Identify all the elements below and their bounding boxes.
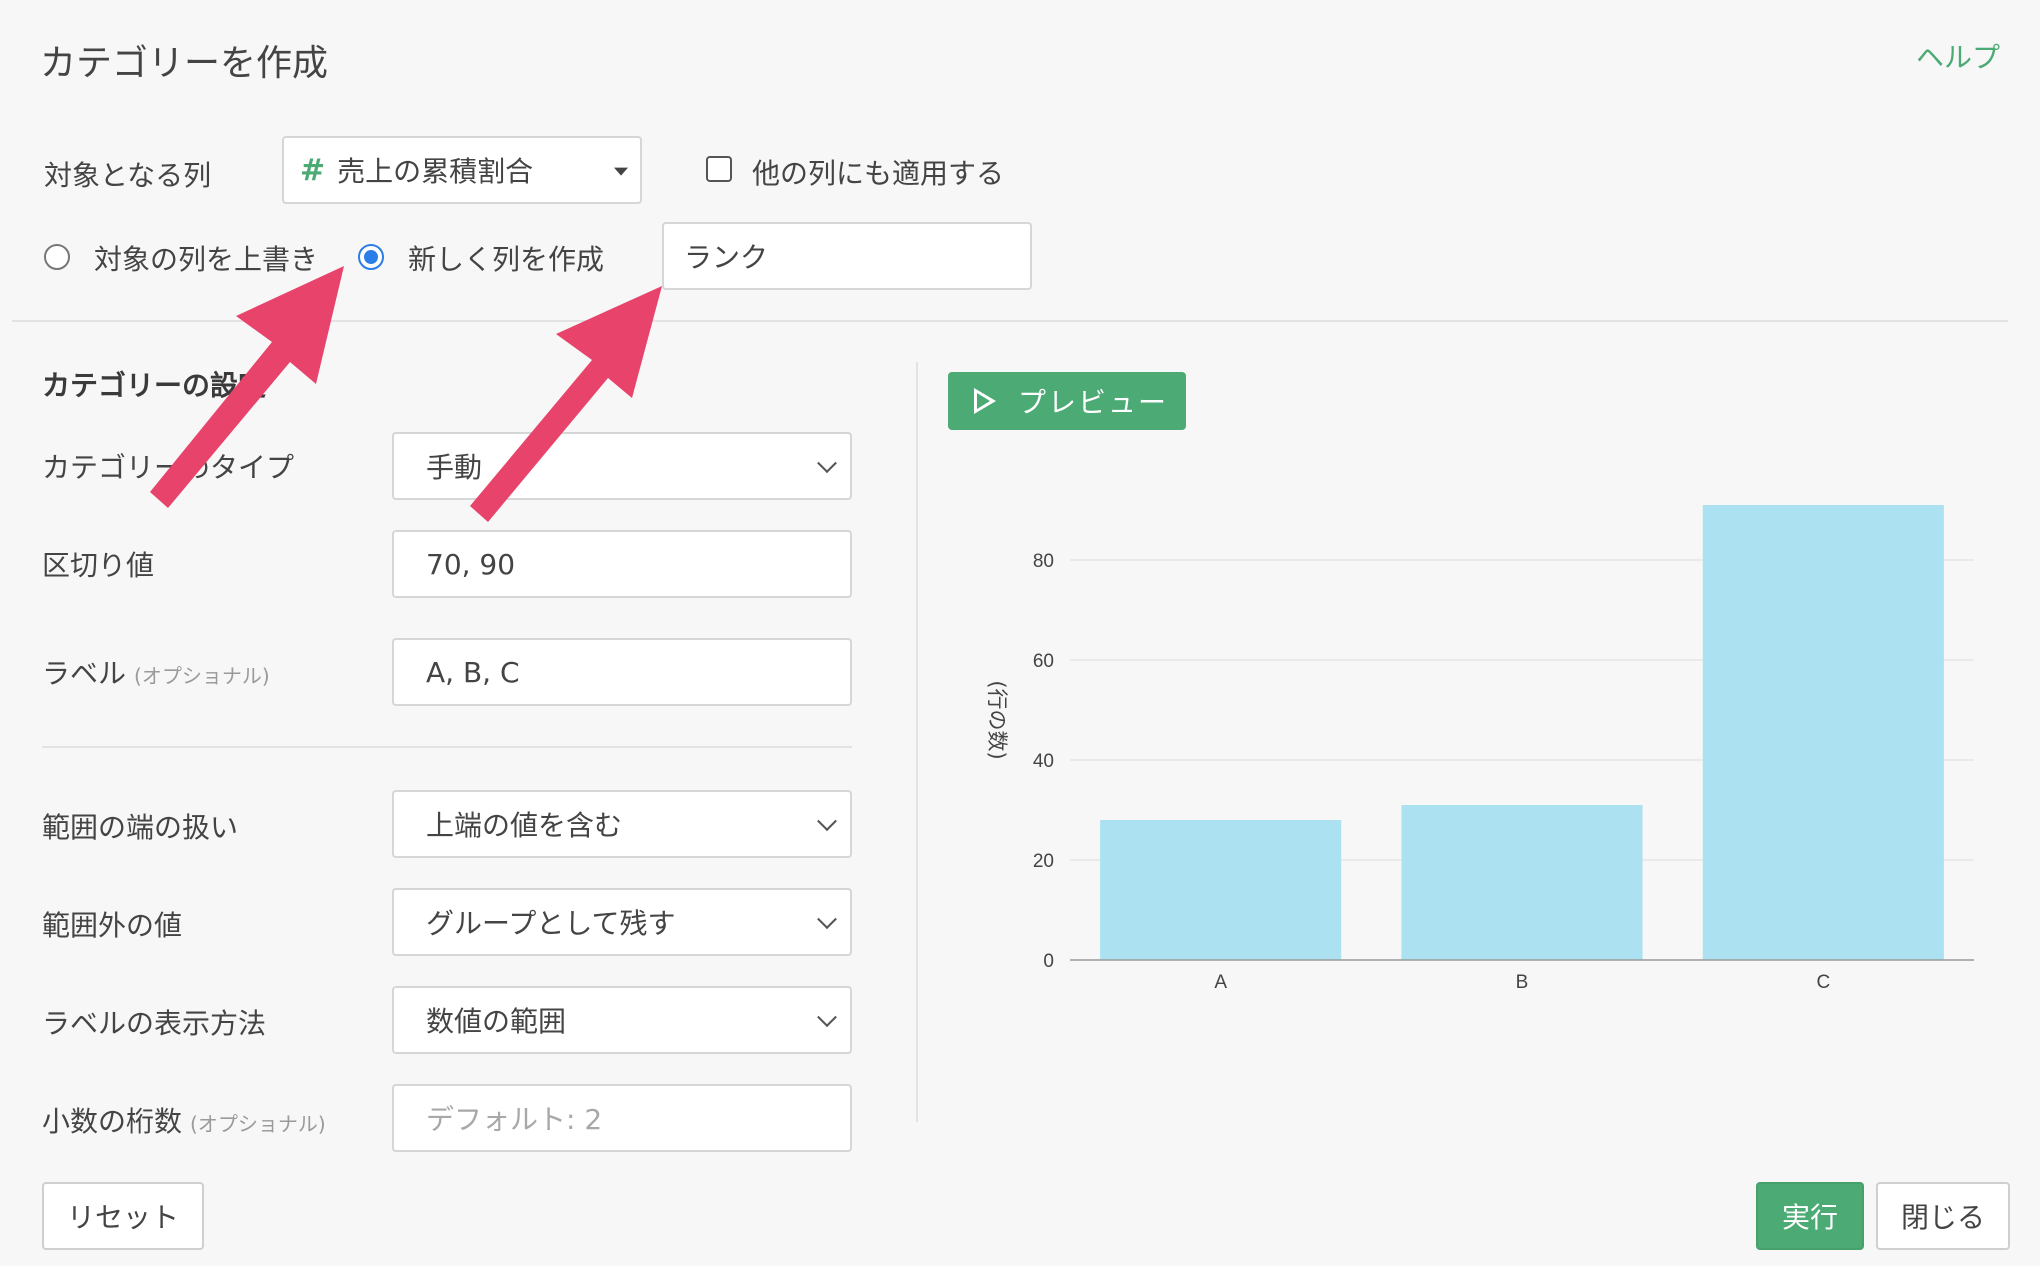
y-tick-label: 0 <box>1043 951 1054 972</box>
play-icon <box>974 388 996 414</box>
category-type-select[interactable]: 手動 <box>392 432 852 500</box>
chevron-down-icon <box>817 811 837 832</box>
target-column-label: 対象となる列 <box>44 159 212 192</box>
outside-values-select[interactable]: グループとして残す <box>392 888 852 956</box>
hash-icon: # <box>300 152 326 188</box>
apply-other-columns-label: 他の列にも適用する <box>752 157 1005 190</box>
run-button[interactable]: 実行 <box>1756 1182 1864 1250</box>
labels-label-text: ラベル <box>42 657 127 690</box>
preview-label: プレビュー <box>1018 386 1169 419</box>
create-category-dialog: カテゴリーを作成 ヘルプ 対象となる列 # 売上の累積割合 他の列にも適用する … <box>0 0 2040 1266</box>
outside-values-label: 範囲外の値 <box>42 909 183 942</box>
breaks-label: 区切り値 <box>42 549 155 582</box>
dialog-title: カテゴリーを作成 <box>40 43 329 84</box>
decimal-digits-input[interactable]: デフォルト: 2 <box>392 1084 852 1152</box>
edge-handling-value: 上端の値を含む <box>426 809 623 842</box>
breaks-input[interactable]: 70, 90 <box>392 530 852 598</box>
bar <box>1702 505 1944 960</box>
optional-note: (オプショナル) <box>190 1112 326 1136</box>
preview-chart: 0 20 40 60 80 A B C (行の数) <box>985 505 1974 993</box>
chevron-down-icon <box>817 909 837 930</box>
settings-heading: カテゴリーの設定 <box>42 369 267 402</box>
reset-button[interactable]: リセット <box>42 1182 204 1250</box>
overwrite-label: 対象の列を上書き <box>94 243 319 276</box>
close-button[interactable]: 閉じる <box>1876 1182 2010 1250</box>
caret-down-icon <box>614 167 628 176</box>
decimal-digits-label: 小数の桁数 (オプショナル) <box>42 1100 326 1140</box>
settings-divider <box>42 746 852 748</box>
y-tick-label: 80 <box>1033 551 1054 572</box>
chevron-down-icon <box>817 453 837 474</box>
x-tick-label: A <box>1214 972 1227 993</box>
label-display-select[interactable]: 数値の範囲 <box>392 986 852 1054</box>
x-tick-label: C <box>1816 972 1830 993</box>
new-column-radio[interactable] <box>358 244 384 270</box>
new-column-name-input[interactable]: ランク <box>662 222 1032 290</box>
preview-button[interactable]: プレビュー <box>948 372 1186 430</box>
edge-handling-select[interactable]: 上端の値を含む <box>392 790 852 858</box>
target-column-select[interactable]: # 売上の累積割合 <box>282 136 642 204</box>
labels-label: ラベル (オプショナル) <box>42 652 270 692</box>
category-type-value: 手動 <box>426 451 483 484</box>
apply-other-columns-checkbox[interactable] <box>706 156 732 182</box>
bar <box>1401 805 1643 960</box>
panel-separator <box>916 362 918 1122</box>
outside-values-value: グループとして残す <box>426 907 676 940</box>
chevron-down-icon <box>817 1007 837 1028</box>
bar <box>1100 820 1342 960</box>
category-type-label: カテゴリーのタイプ <box>42 451 295 484</box>
y-tick-label: 60 <box>1033 651 1054 672</box>
y-axis-label: (行の数) <box>985 680 1009 759</box>
labels-input[interactable]: A, B, C <box>392 638 852 706</box>
new-column-label: 新しく列を作成 <box>408 243 605 276</box>
target-column-value: 売上の累積割合 <box>337 155 534 188</box>
divider <box>12 320 2008 322</box>
overwrite-radio[interactable] <box>44 244 70 270</box>
label-display-label: ラベルの表示方法 <box>42 1007 267 1040</box>
y-tick-label: 40 <box>1033 751 1054 772</box>
edge-handling-label: 範囲の端の扱い <box>42 811 239 844</box>
label-display-value: 数値の範囲 <box>426 1005 567 1038</box>
x-tick-label: B <box>1516 972 1529 993</box>
y-tick-label: 20 <box>1033 851 1054 872</box>
optional-note: (オプショナル) <box>134 664 270 688</box>
help-link[interactable]: ヘルプ <box>1916 36 2000 76</box>
decimal-digits-label-text: 小数の桁数 <box>42 1105 183 1138</box>
